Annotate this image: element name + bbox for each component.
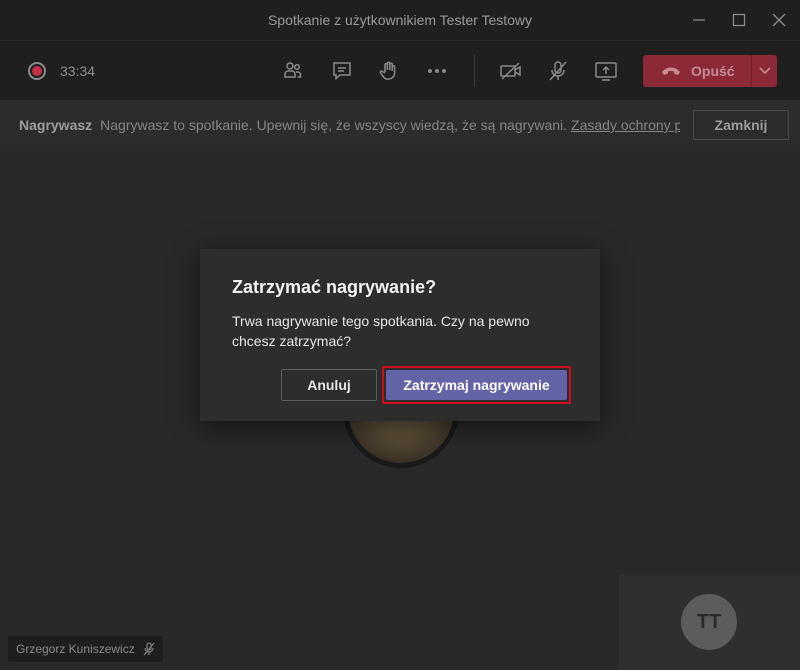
camera-toggle-button[interactable] — [498, 58, 524, 84]
more-options-button[interactable] — [424, 58, 450, 84]
close-window-button[interactable] — [768, 10, 790, 30]
maximize-button[interactable] — [728, 10, 750, 30]
raise-hand-icon — [379, 61, 396, 80]
hang-up-icon — [662, 67, 680, 75]
chevron-down-icon — [758, 67, 771, 75]
microphone-muted-icon — [143, 642, 155, 656]
self-video-tile: TT — [619, 575, 800, 670]
maximize-icon — [732, 13, 746, 27]
self-avatar: TT — [681, 594, 737, 650]
more-icon — [428, 69, 446, 73]
window-title: Spotkanie z użytkownikiem Tester Testowy — [267, 12, 533, 28]
close-icon — [772, 13, 786, 27]
participant-name-tag: Grzegorz Kuniszewicz — [8, 636, 163, 662]
meeting-timer: 33:34 — [60, 63, 96, 79]
chat-button[interactable] — [329, 58, 355, 84]
leave-label: Opuść — [691, 63, 735, 79]
microphone-off-icon — [549, 61, 567, 81]
people-icon — [284, 62, 302, 78]
dismiss-banner-button[interactable]: Zamknij — [693, 110, 789, 140]
minimize-button[interactable] — [688, 10, 710, 30]
privacy-policy-link[interactable]: Zasady ochrony prywatności — [571, 117, 680, 133]
recording-banner: Nagrywasz Nagrywasz to spotkanie. Upewni… — [0, 100, 800, 150]
stop-recording-button[interactable]: Zatrzymaj nagrywanie — [386, 370, 567, 400]
share-screen-button[interactable] — [593, 58, 619, 84]
meeting-toolbar: 33:34 Opuść — [0, 40, 800, 100]
share-screen-icon — [595, 62, 617, 81]
stop-recording-highlight: Zatrzymaj nagrywanie — [382, 366, 571, 404]
toolbar-divider — [474, 55, 475, 87]
banner-message: Nagrywasz to spotkanie. Upewnij się, że … — [100, 117, 568, 133]
minimize-icon — [693, 19, 705, 21]
banner-title: Nagrywasz — [19, 117, 93, 133]
leave-options-button[interactable] — [751, 55, 777, 87]
raise-hand-button[interactable] — [376, 58, 402, 84]
dialog-title: Zatrzymać nagrywanie? — [232, 277, 437, 297]
chat-icon — [333, 62, 351, 81]
dialog-message: Trwa nagrywanie tego spotkania. Czy na p… — [232, 313, 530, 349]
camera-off-icon — [500, 62, 521, 80]
participants-button[interactable] — [280, 58, 306, 84]
microphone-toggle-button[interactable] — [545, 58, 571, 84]
participant-name: Grzegorz Kuniszewicz — [16, 642, 135, 656]
leave-button[interactable]: Opuść — [643, 55, 751, 87]
title-bar: Spotkanie z użytkownikiem Tester Testowy — [0, 0, 800, 40]
cancel-button[interactable]: Anuluj — [281, 369, 377, 401]
recording-indicator-icon — [28, 62, 46, 80]
stop-recording-dialog: Zatrzymać nagrywanie? Trwa nagrywanie te… — [200, 249, 600, 421]
